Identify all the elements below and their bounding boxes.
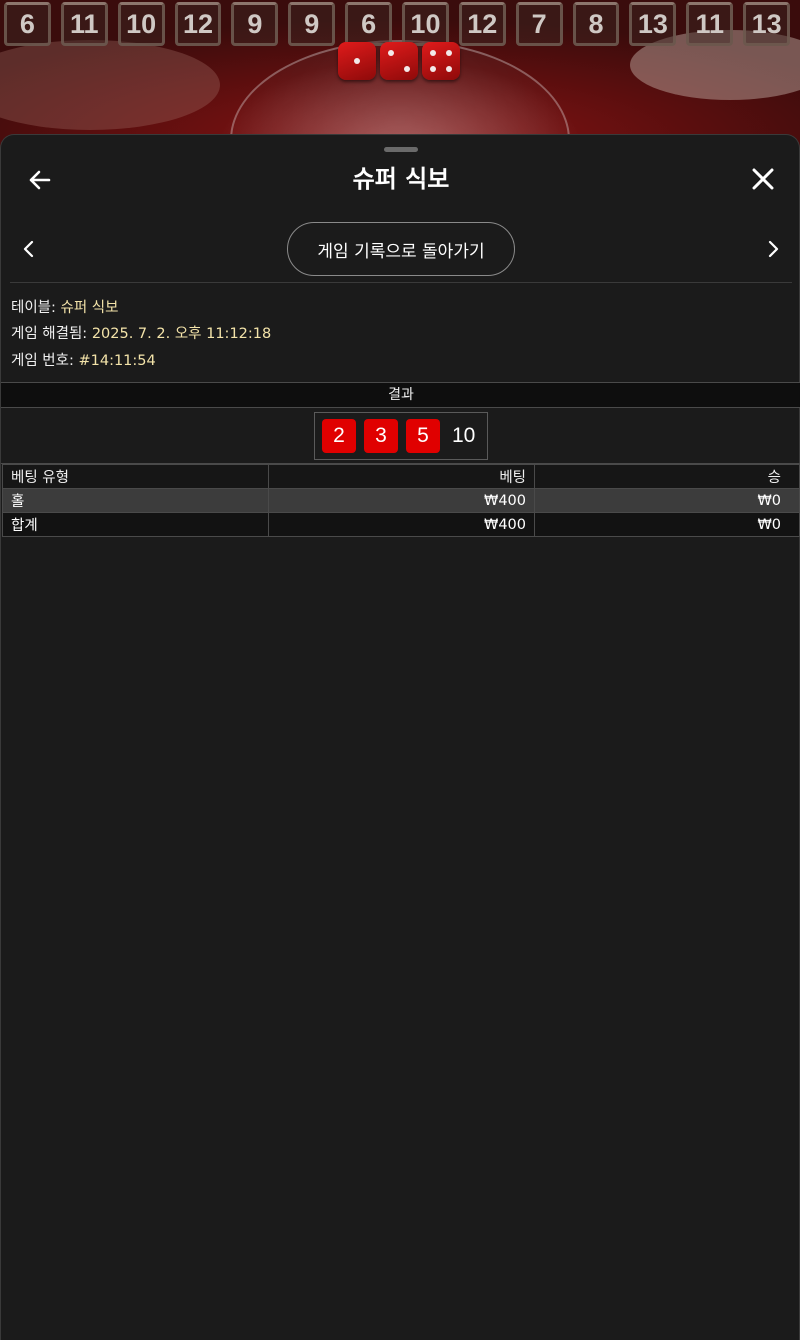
result-die: 5 xyxy=(406,419,440,453)
game-number-info: 게임 번호: #14:11:54 xyxy=(11,349,156,370)
bet-type-cell: 합계 xyxy=(2,512,269,537)
result-total: 10 xyxy=(452,424,476,447)
close-icon[interactable] xyxy=(747,163,779,195)
die-icon xyxy=(338,42,376,80)
result-history-strip: 6 11 10 12 9 9 6 10 12 7 8 13 11 13 xyxy=(0,0,800,48)
back-to-history-button[interactable]: 게임 기록으로 돌아가기 xyxy=(287,222,515,276)
history-item: 6 xyxy=(4,2,51,46)
table-value: 슈퍼 식보 xyxy=(60,300,119,316)
history-item: 9 xyxy=(288,2,336,46)
column-header-win: 승 xyxy=(534,464,800,489)
column-header-bet-type: 베팅 유형 xyxy=(2,464,269,489)
result-die: 2 xyxy=(322,419,356,453)
column-header-bet: 베팅 xyxy=(268,464,535,489)
history-item: 13 xyxy=(743,2,791,46)
bets-table: 베팅 유형 베팅 승 홀 ₩400 ₩0 합계 ₩400 ₩0 xyxy=(2,464,800,537)
result-heading: 결과 xyxy=(1,382,800,408)
game-number-value: #14:11:54 xyxy=(78,353,156,369)
history-item: 8 xyxy=(572,2,620,46)
table-info: 테이블: 슈퍼 식보 xyxy=(11,296,118,317)
bet-type-cell: 홀 xyxy=(2,488,269,513)
table-row-total: 합계 ₩400 ₩0 xyxy=(2,512,800,537)
history-item: 13 xyxy=(629,2,677,46)
chevron-left-icon[interactable] xyxy=(17,235,41,263)
bet-amount-cell: ₩400 xyxy=(268,512,535,537)
game-number-label: 게임 번호: xyxy=(11,353,79,369)
table-label: 테이블: xyxy=(11,300,61,316)
die-icon xyxy=(422,42,460,80)
history-item: 12 xyxy=(458,2,506,46)
history-item: 10 xyxy=(402,2,449,46)
result-dice-box: 2 3 5 10 xyxy=(314,412,488,460)
history-item: 11 xyxy=(686,2,734,46)
chevron-right-icon[interactable] xyxy=(761,235,785,263)
drag-handle[interactable] xyxy=(384,147,418,152)
resolved-info: 게임 해결됨: 2025. 7. 2. 오후 11:12:18 xyxy=(11,322,271,343)
result-die: 3 xyxy=(364,419,398,453)
page-title: 슈퍼 식보 xyxy=(352,165,450,193)
table-row: 홀 ₩400 ₩0 xyxy=(2,488,800,513)
history-item: 12 xyxy=(174,2,222,46)
result-row: 2 3 5 10 xyxy=(1,408,800,464)
die-icon xyxy=(380,42,418,80)
history-item: 11 xyxy=(60,2,108,46)
history-item: 10 xyxy=(117,2,165,46)
bet-amount-cell: ₩400 xyxy=(268,488,535,513)
resolved-label: 게임 해결됨: xyxy=(11,326,92,342)
game-detail-sheet: 슈퍼 식보 게임 기록으로 돌아가기 테이블: 슈퍼 식보 게임 해결됨: 20… xyxy=(0,134,800,1340)
win-amount-cell: ₩0 xyxy=(534,512,800,537)
table-header-row: 베팅 유형 베팅 승 xyxy=(2,464,800,489)
win-amount-cell: ₩0 xyxy=(534,488,800,513)
background-blur-left xyxy=(0,40,220,130)
history-item: 6 xyxy=(345,2,393,46)
resolved-value: 2025. 7. 2. 오후 11:12:18 xyxy=(91,326,272,342)
history-item: 9 xyxy=(231,2,279,46)
history-item: 7 xyxy=(515,2,563,46)
scene-dice xyxy=(338,42,460,80)
divider xyxy=(10,282,792,283)
